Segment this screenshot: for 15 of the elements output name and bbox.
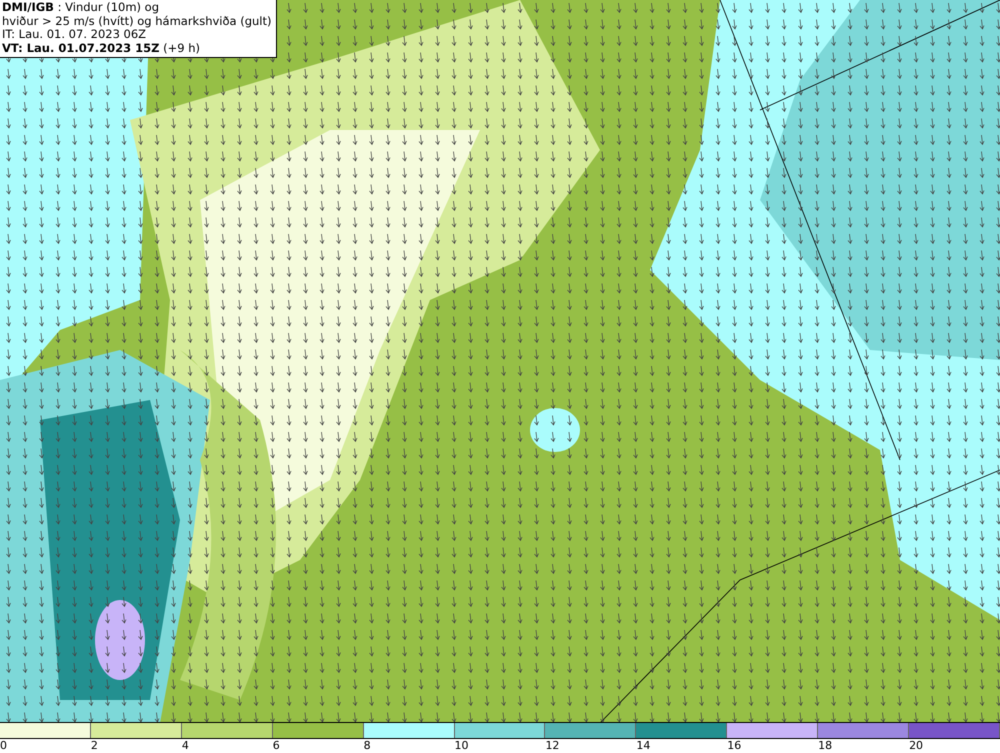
info-text: hviður > 25 m/s (hvítt) og hámarkshviða (gult): [2, 14, 272, 28]
legend-label: 16: [727, 739, 742, 753]
legend-label: 10: [454, 739, 469, 753]
legend-label: 8: [364, 739, 371, 753]
legend-label: 12: [545, 739, 560, 753]
legend-label: 0: [0, 739, 7, 753]
legend-label: 14: [636, 739, 650, 753]
legend-label: 20: [909, 739, 924, 753]
legend-label: 6: [272, 739, 280, 753]
info-text: IT: Lau. 01. 07. 2023 06Z: [2, 28, 146, 42]
legend-label: 2: [90, 739, 98, 753]
legend-label: 4: [182, 739, 189, 753]
info-text: DMI/IGB : Vindur (10m) og: [2, 1, 160, 14]
info-text: VT: Lau. 01.07.2023 15Z (+9 h): [2, 42, 201, 55]
legend-label: 18: [818, 739, 832, 753]
